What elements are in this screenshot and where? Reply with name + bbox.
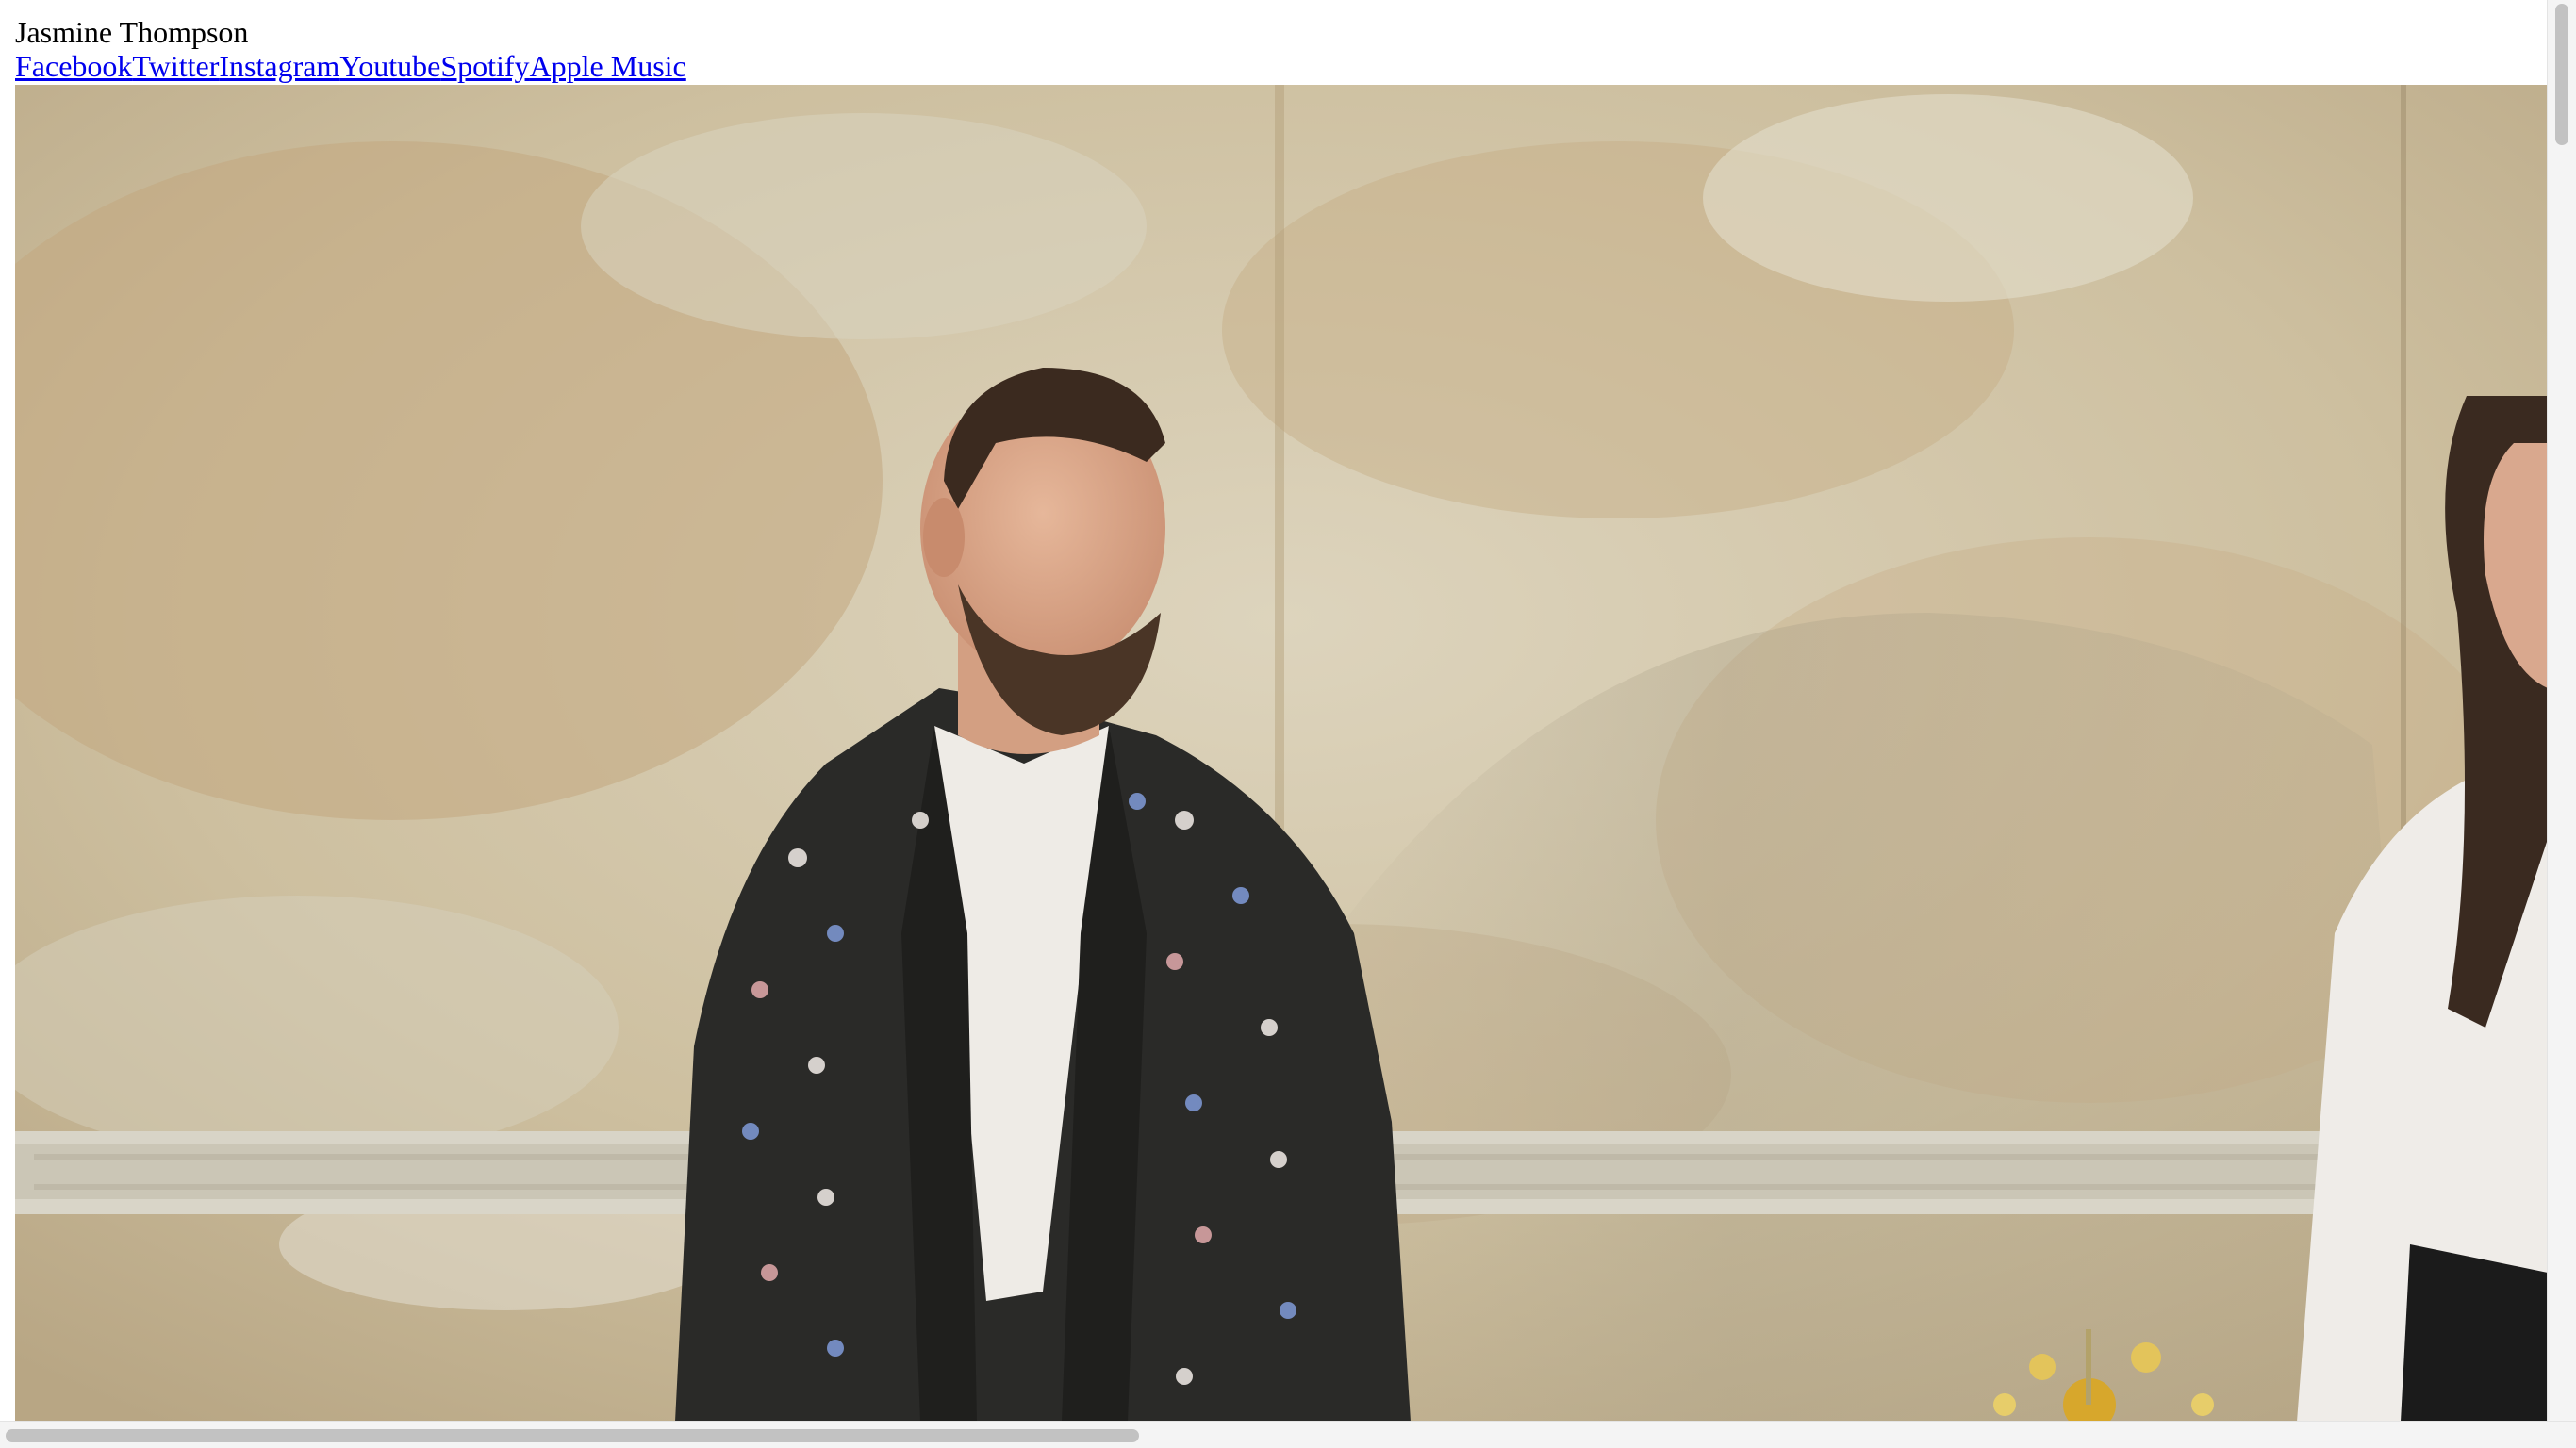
apple-music-link[interactable]: Apple Music: [530, 47, 686, 85]
facebook-link[interactable]: Facebook: [15, 47, 132, 85]
social-nav: Facebook Twitter Instagram Youtube Spoti…: [15, 47, 686, 85]
instagram-link[interactable]: Instagram: [219, 47, 339, 85]
spotify-link[interactable]: Spotify: [440, 47, 529, 85]
hero-video[interactable]: [15, 85, 2548, 1422]
site-title: Jasmine Thompson: [15, 15, 249, 49]
vertical-scrollbar[interactable]: [2547, 0, 2576, 1422]
vertical-scrollbar-thumb[interactable]: [2555, 4, 2568, 145]
horizontal-scrollbar-thumb[interactable]: [6, 1429, 1139, 1442]
page: Jasmine Thompson Facebook Twitter Instag…: [0, 0, 2576, 1448]
youtube-link[interactable]: Youtube: [339, 47, 440, 85]
twitter-link[interactable]: Twitter: [132, 47, 219, 85]
hero-image: [15, 85, 2548, 1422]
horizontal-scrollbar[interactable]: [0, 1421, 2576, 1448]
